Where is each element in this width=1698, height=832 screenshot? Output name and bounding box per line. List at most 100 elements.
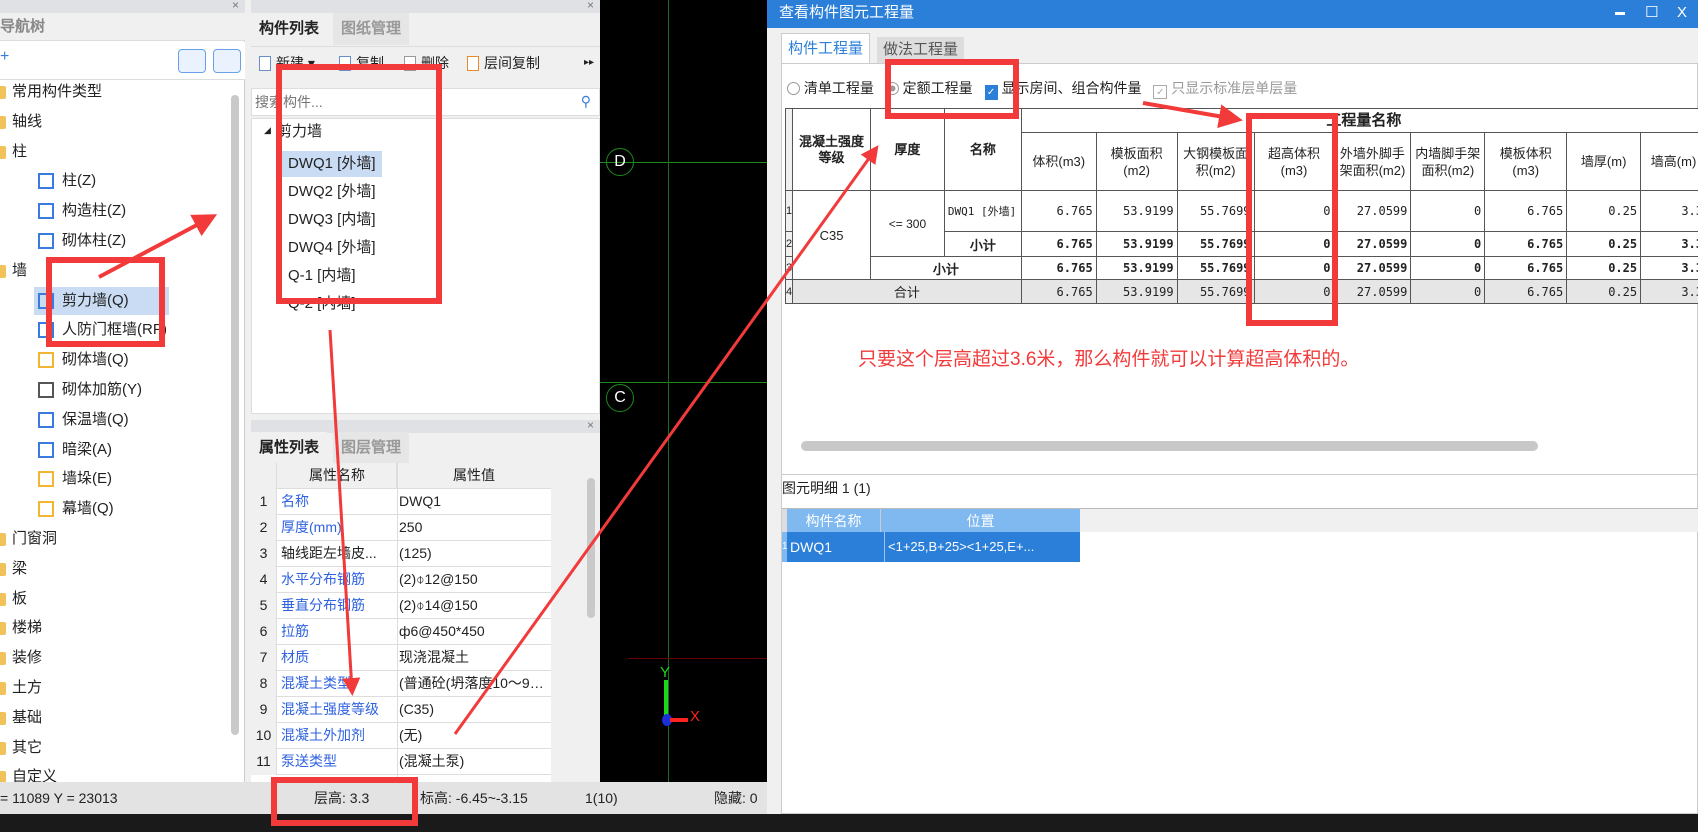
- tab-method-quantity[interactable]: 做法工程量: [877, 37, 965, 63]
- component-item[interactable]: DWQ2 [外墙]: [282, 179, 382, 205]
- tab-property-list[interactable]: 属性列表: [251, 432, 328, 464]
- nav-item[interactable]: 墙: [0, 257, 200, 285]
- property-value[interactable]: DWQ1: [399, 489, 549, 515]
- nav-item[interactable]: 梁: [0, 555, 200, 583]
- nav-item-label: 幕墙(Q): [62, 500, 114, 518]
- nav-item[interactable]: 人防门框墙(RF): [34, 316, 169, 344]
- floor-copy-button[interactable]: 层间复制: [467, 51, 540, 75]
- drawing-canvas[interactable]: D C Y X: [600, 0, 767, 782]
- property-value[interactable]: (125): [399, 541, 549, 567]
- nav-item[interactable]: 土方: [0, 674, 200, 702]
- property-row[interactable]: 4 水平分布钢筋 (2)⌽12@150: [251, 567, 551, 593]
- property-value[interactable]: (C35): [399, 697, 549, 723]
- nav-item[interactable]: 保温墙(Q): [34, 406, 169, 434]
- delete-button[interactable]: 删除: [404, 51, 449, 75]
- close-icon[interactable]: ×: [587, 418, 594, 432]
- property-value[interactable]: (混凝土泵): [399, 749, 549, 775]
- property-value[interactable]: (2)⌽14@150: [399, 593, 549, 619]
- property-row[interactable]: 1 名称 DWQ1: [251, 489, 551, 515]
- property-row[interactable]: 9 混凝土强度等级 (C35): [251, 697, 551, 723]
- search-box[interactable]: ⚲: [251, 88, 600, 116]
- nav-item[interactable]: 砌体柱(Z): [34, 227, 169, 255]
- nav-item[interactable]: 其它: [0, 734, 200, 762]
- close-icon[interactable]: ×: [232, 0, 239, 12]
- component-item[interactable]: Q-1 [内墙]: [282, 263, 362, 289]
- cell-position: <1+25,B+25><1+25,E+...: [884, 532, 1034, 562]
- new-button[interactable]: 新建 ▾: [259, 51, 315, 75]
- card-view-icon[interactable]: [213, 49, 241, 73]
- maximize-button[interactable]: ☐: [1645, 0, 1658, 26]
- minimize-button[interactable]: ▬: [1615, 0, 1625, 26]
- tab-component-list[interactable]: 构件列表: [251, 13, 328, 45]
- row-number: 1: [785, 190, 794, 232]
- nav-item[interactable]: 柱: [0, 138, 200, 166]
- folder-icon: [0, 86, 6, 99]
- nav-item[interactable]: 构造柱(Z): [34, 197, 169, 225]
- checkbox-checked-icon: ✓: [984, 85, 998, 100]
- property-row[interactable]: 6 拉筋 ф6@450*450: [251, 619, 551, 645]
- cell-value: 0: [1410, 256, 1486, 280]
- row-number: 9: [251, 697, 277, 723]
- group-label[interactable]: 剪力墙: [277, 119, 322, 145]
- row-number: 5: [251, 593, 277, 619]
- property-row[interactable]: 5 垂直分布钢筋 (2)⌽14@150: [251, 593, 551, 619]
- add-icon[interactable]: +: [0, 48, 9, 66]
- tab-drawing-management[interactable]: 图纸管理: [333, 13, 410, 45]
- horizontal-scrollbar[interactable]: [801, 441, 1538, 451]
- nav-item[interactable]: 幕墙(Q): [34, 495, 169, 523]
- property-value[interactable]: 现浇混凝土: [399, 645, 549, 671]
- tab-component-quantity[interactable]: 构件工程量: [781, 33, 871, 63]
- nav-item[interactable]: 基础: [0, 704, 200, 732]
- nav-item[interactable]: 暗梁(A): [34, 436, 169, 464]
- property-value[interactable]: 250: [399, 515, 549, 541]
- scrollbar[interactable]: [231, 95, 239, 735]
- component-item[interactable]: DWQ4 [外墙]: [282, 235, 382, 261]
- nav-item[interactable]: 常用构件类型: [0, 78, 200, 106]
- options-row: 清单工程量 定额工程量 ✓ 显示房间、组合构件量 ✓ 只显示标准层单层量: [787, 76, 1297, 100]
- list-view-icon[interactable]: [178, 49, 206, 73]
- property-scrollbar[interactable]: [587, 478, 595, 618]
- nav-item[interactable]: 柱(Z): [34, 167, 169, 195]
- property-row[interactable]: 10 混凝土外加剂 (无): [251, 723, 551, 749]
- property-row[interactable]: 2 厚度(mm) 250: [251, 515, 551, 541]
- close-button[interactable]: X: [1677, 0, 1687, 26]
- collapse-icon[interactable]: ◢: [264, 125, 271, 136]
- component-item[interactable]: DWQ1 [外墙]: [282, 151, 382, 177]
- nav-item[interactable]: 剪力墙(Q): [34, 286, 169, 315]
- nav-item[interactable]: 轴线: [0, 108, 200, 136]
- component-item[interactable]: Q-2 [内墙]: [282, 291, 362, 317]
- property-value[interactable]: (2)⌽12@150: [399, 567, 549, 593]
- nav-item-label: 梁: [12, 559, 28, 577]
- property-value[interactable]: (普通砼(坍落度10～90...: [399, 671, 549, 697]
- close-icon[interactable]: ×: [587, 0, 594, 12]
- quota-qty-radio[interactable]: 定额工程量: [885, 80, 973, 96]
- nav-item[interactable]: 装修: [0, 644, 200, 672]
- property-row[interactable]: 3 轴线距左墙皮... (125): [251, 541, 551, 567]
- nav-item[interactable]: 砌体加筋(Y): [34, 376, 169, 404]
- nav-item-label: 砌体加筋(Y): [62, 381, 142, 398]
- property-value[interactable]: ф6@450*450: [399, 619, 549, 645]
- nav-item[interactable]: 楼梯: [0, 614, 200, 642]
- property-row[interactable]: 7 材质 现浇混凝土: [251, 645, 551, 671]
- nav-item[interactable]: 墙垛(E): [34, 465, 169, 493]
- search-icon[interactable]: ⚲: [581, 93, 591, 110]
- property-value[interactable]: (无): [399, 723, 549, 749]
- nav-item[interactable]: 砌体墙(Q): [34, 346, 169, 374]
- cell-value: 55.7699: [1176, 190, 1255, 232]
- nav-item[interactable]: 门窗洞: [0, 525, 200, 553]
- more-button[interactable]: ▸▸: [584, 51, 594, 75]
- property-row[interactable]: 8 混凝土类型 (普通砼(坍落度10～90...: [251, 671, 551, 697]
- component-item[interactable]: DWQ3 [内墙]: [282, 207, 382, 233]
- nav-item[interactable]: 板: [0, 585, 200, 613]
- list-qty-radio[interactable]: 清单工程量: [787, 80, 874, 96]
- detail-panel: 图元明细 1 (1) 构件名称 位置 1 DWQ1 <1+25,B+25><1+…: [781, 474, 1698, 814]
- nav-item-label: 其它: [12, 738, 43, 756]
- row-number: 2: [785, 231, 794, 257]
- property-row[interactable]: 11 泵送类型 (混凝土泵): [251, 749, 551, 775]
- show-room-checkbox[interactable]: ✓ 显示房间、组合构件量: [984, 80, 1141, 100]
- detail-row[interactable]: 1 DWQ1 <1+25,B+25><1+25,E+...: [782, 532, 1080, 562]
- tab-layer-management[interactable]: 图层管理: [333, 432, 410, 464]
- search-input[interactable]: [252, 89, 552, 115]
- std-floor-checkbox[interactable]: ✓ 只显示标准层单层量: [1153, 80, 1297, 99]
- copy-button[interactable]: 复制: [339, 51, 384, 75]
